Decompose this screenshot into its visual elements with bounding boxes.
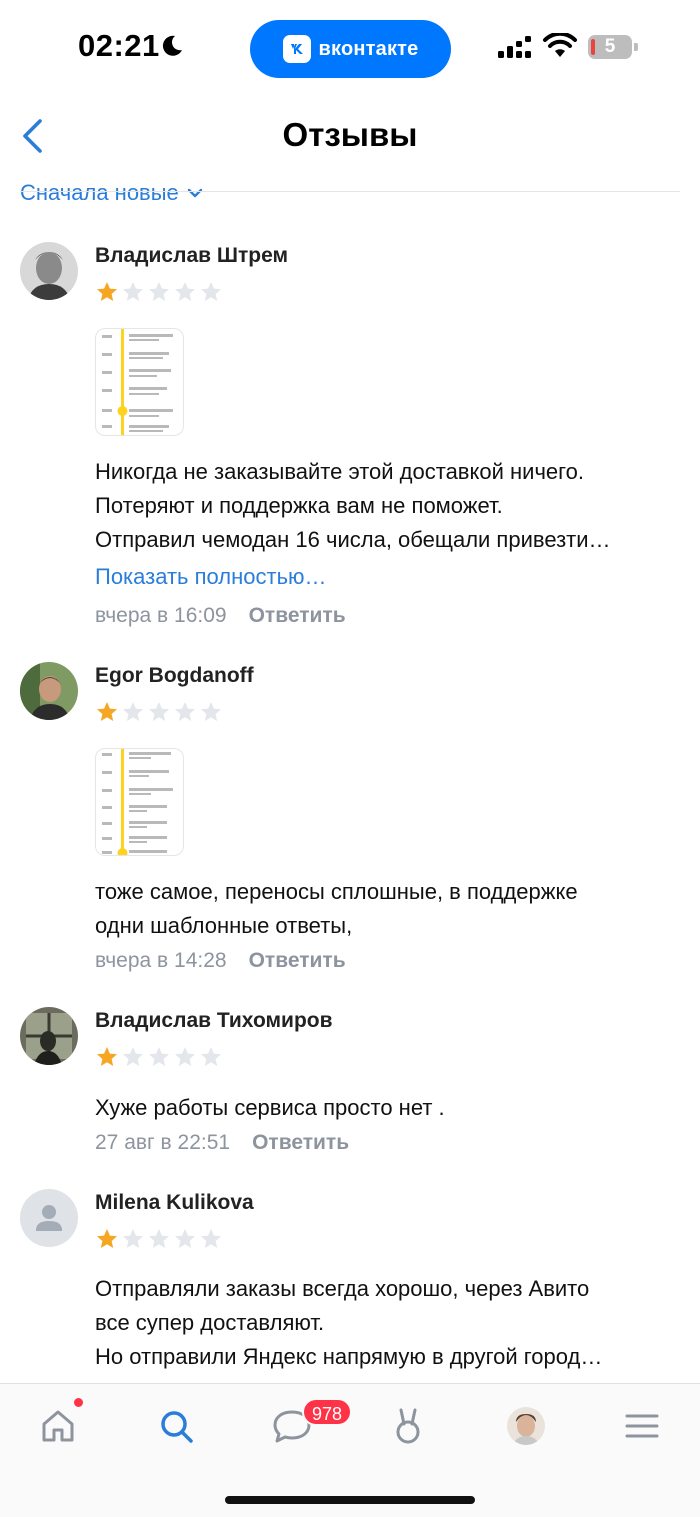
nav-header: Отзывы [0, 96, 700, 182]
battery-icon: 5 [588, 35, 638, 59]
rating-stars [95, 700, 223, 724]
review-meta: вчера в 16:09 Ответить [95, 604, 346, 628]
avatar[interactable] [20, 242, 78, 300]
home-indicator [225, 1496, 475, 1504]
star-icon [175, 702, 195, 721]
review-meta: 27 авг в 22:51 Ответить [95, 1131, 349, 1155]
tab-home[interactable] [36, 1404, 80, 1448]
star-icon [149, 702, 169, 721]
star-icon [97, 702, 117, 721]
status-bar: 02:21 вконтакте 5 [0, 0, 700, 96]
home-notification-dot [74, 1398, 83, 1407]
star-icon [123, 1047, 143, 1066]
review-text: тоже самое, переносы сплошные, в поддерж… [95, 875, 685, 943]
tab-search[interactable] [154, 1404, 198, 1448]
review-text-line: Отправил чемодан 16 числа, обещали приве… [95, 527, 611, 552]
star-icon [123, 282, 143, 301]
review-text: Никогда не заказывайте этой доставкой ни… [95, 455, 685, 557]
star-icon [149, 282, 169, 301]
review-meta: вчера в 14:28 Ответить [95, 949, 346, 973]
review-text-line: Хуже работы сервиса просто нет . [95, 1095, 445, 1120]
review-author[interactable]: Egor Bogdanoff [95, 664, 254, 688]
messages-badge: 978 [302, 1398, 353, 1426]
home-icon [42, 1410, 74, 1442]
tab-clips[interactable] [386, 1404, 430, 1448]
star-icon [149, 1047, 169, 1066]
tab-menu[interactable] [620, 1404, 664, 1448]
status-time: 02:21 [78, 28, 160, 63]
sort-label: Сначала новые [20, 182, 179, 205]
profile-avatar [507, 1407, 545, 1445]
signal-icon [498, 36, 531, 58]
review-text-line: тоже самое, переносы сплошные, в поддерж… [95, 879, 578, 904]
chevron-down-icon [187, 188, 202, 198]
review-author[interactable]: Владислав Тихомиров [95, 1009, 333, 1033]
star-icon [175, 1229, 195, 1248]
show-more-link[interactable]: Показать полностью… [95, 564, 327, 590]
review-text: Отправляли заказы всегда хорошо, через А… [95, 1272, 685, 1374]
rating-stars [95, 1227, 223, 1251]
rating-stars [95, 280, 223, 304]
review-text: Хуже работы сервиса просто нет . [95, 1091, 685, 1125]
rating-stars [95, 1045, 223, 1069]
review-text-line: одни шаблонные ответы, [95, 913, 353, 938]
review-author[interactable]: Владислав Штрем [95, 244, 288, 268]
review-text-line: все супер доставляют. [95, 1310, 325, 1335]
review-date: 27 авг в 22:51 [95, 1131, 231, 1154]
wifi-icon [543, 33, 577, 57]
avatar[interactable] [20, 1007, 78, 1065]
star-icon [149, 1229, 169, 1248]
review-text-line: Но отправили Яндекс напрямую в другой го… [95, 1344, 603, 1369]
avatar[interactable] [20, 662, 78, 720]
star-icon [201, 702, 221, 721]
vk-logo-icon [282, 35, 311, 63]
review-text-line: Отправляли заказы всегда хорошо, через А… [95, 1276, 590, 1301]
attached-screenshot[interactable] [95, 748, 184, 856]
star-icon [201, 282, 221, 301]
vk-app-pill[interactable]: вконтакте [250, 20, 451, 78]
moon-icon [162, 35, 182, 56]
review-author[interactable]: Milena Kulikova [95, 1191, 254, 1215]
star-icon [97, 282, 117, 301]
star-icon [97, 1229, 117, 1248]
search-icon [161, 1411, 193, 1443]
sort-dropdown[interactable]: Сначала новые [20, 182, 203, 212]
review-date: вчера в 14:28 [95, 949, 227, 972]
review-date: вчера в 16:09 [95, 604, 227, 627]
review-text-line: Никогда не заказывайте этой доставкой ни… [95, 459, 585, 484]
star-icon [201, 1047, 221, 1066]
review-text-line: Потеряют и поддержка вам не поможет. [95, 493, 503, 518]
menu-icon [625, 1414, 659, 1438]
attached-screenshot[interactable] [95, 328, 184, 436]
star-icon [97, 1047, 117, 1066]
star-icon [123, 1229, 143, 1248]
tab-profile[interactable] [504, 1404, 548, 1448]
star-icon [201, 1229, 221, 1248]
clips-icon [396, 1408, 420, 1444]
header-divider [20, 191, 680, 192]
reply-button[interactable]: Ответить [252, 1131, 349, 1155]
star-icon [175, 282, 195, 301]
star-icon [123, 702, 143, 721]
star-icon [175, 1047, 195, 1066]
battery-level: 5 [604, 36, 616, 57]
reply-button[interactable]: Ответить [249, 949, 346, 973]
vk-pill-label: вконтакте [318, 37, 419, 60]
page-title: Отзывы [282, 116, 418, 153]
reply-button[interactable]: Ответить [249, 604, 346, 628]
avatar[interactable] [20, 1189, 78, 1247]
